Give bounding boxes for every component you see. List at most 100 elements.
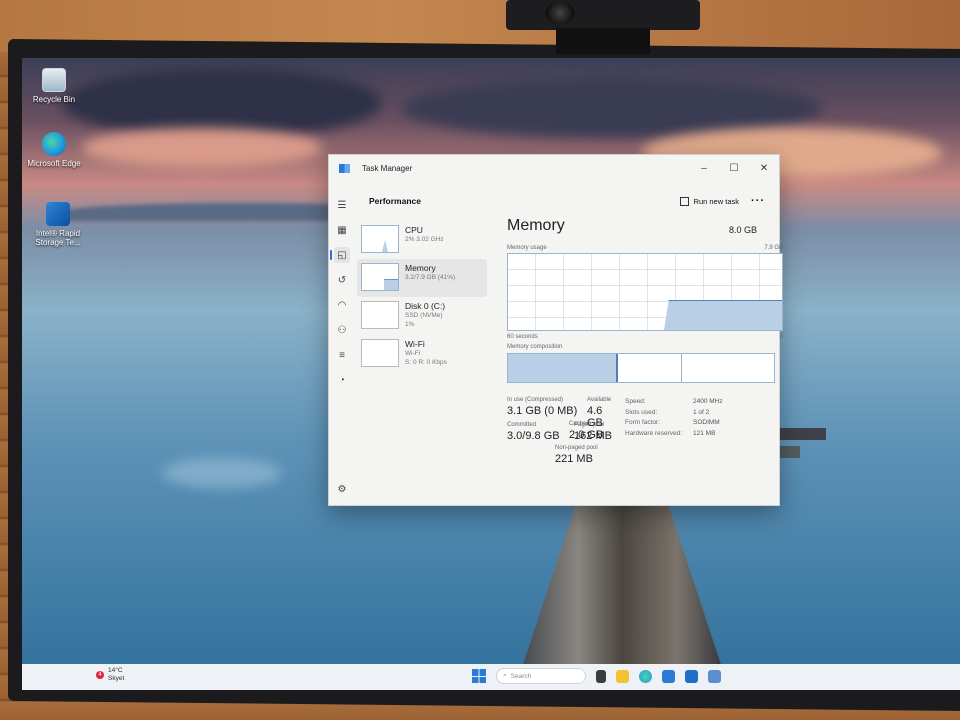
webcam-lens bbox=[545, 2, 575, 24]
resource-name: Wi-Fi bbox=[405, 339, 425, 349]
stat-value: 3.1 GB (0 MB) bbox=[507, 405, 578, 417]
pier-post bbox=[780, 428, 826, 440]
task-manager-icon bbox=[339, 163, 350, 173]
graph-axis-left: 60 seconds bbox=[507, 334, 538, 340]
minimize-button[interactable]: – bbox=[689, 155, 719, 181]
prop-key: Hardware reserved: bbox=[625, 429, 683, 437]
recycle-bin-icon bbox=[42, 68, 66, 92]
more-options-button[interactable]: ··· bbox=[751, 195, 765, 207]
disk-thumbnail-graph bbox=[361, 301, 399, 329]
nav-rail: ☰ ▦ ◱ ↺ ◠ ⚇ ≡ ◔ ⚙ bbox=[329, 183, 355, 505]
desktop-icon-label: Recycle Bin bbox=[32, 95, 76, 104]
prop-value: 2400 MHz bbox=[693, 398, 723, 405]
settings-gear-icon[interactable]: ⚙ bbox=[334, 481, 350, 497]
stat-label: Committed bbox=[507, 422, 537, 428]
users-icon[interactable]: ⚇ bbox=[334, 322, 350, 338]
prop-value: 1 of 2 bbox=[693, 408, 710, 416]
desktop-icon-intel-rst[interactable]: Intel® Rapid Storage Te... bbox=[28, 202, 88, 247]
prop-value: 121 MB bbox=[693, 429, 716, 437]
resource-item-wifi[interactable]: Wi-Fi Wi-Fi S: 0 R: 0 Kbps bbox=[357, 335, 487, 373]
stat-value: 221 MB bbox=[555, 453, 593, 465]
intel-app-icon[interactable] bbox=[685, 669, 698, 683]
webcam bbox=[506, 0, 700, 30]
stat-label: Available bbox=[587, 397, 612, 403]
file-explorer-icon[interactable] bbox=[616, 669, 629, 683]
stat-label: In use (Compressed) bbox=[507, 397, 564, 403]
stat-label: Non-paged pool bbox=[555, 445, 598, 451]
page-header: Performance Run new task ··· bbox=[355, 183, 779, 219]
weather-widget[interactable]: 4 14°C Skyet bbox=[96, 667, 124, 683]
window-title: Task Manager bbox=[362, 163, 413, 173]
memory-thumbnail-graph bbox=[361, 263, 399, 291]
maximize-button[interactable]: ☐ bbox=[719, 155, 749, 181]
processes-icon[interactable]: ▦ bbox=[334, 222, 350, 238]
search-placeholder: Search bbox=[510, 672, 532, 680]
intel-rst-icon bbox=[46, 202, 70, 226]
page-title: Performance bbox=[369, 196, 421, 206]
desktop-icon-label: Intel® Rapid Storage Te... bbox=[35, 229, 81, 247]
store-icon[interactable] bbox=[662, 669, 675, 683]
wooden-pier bbox=[512, 498, 732, 690]
desktop: Recycle Bin Microsoft Edge Intel® Rapid … bbox=[22, 58, 960, 690]
weather-badge: 4 bbox=[96, 671, 104, 679]
run-new-task-label: Run new task bbox=[693, 196, 739, 206]
search-icon: ⌕ bbox=[503, 672, 507, 679]
prop-key: Form factor: bbox=[625, 419, 661, 426]
resource-sub: SSD (NVMe) bbox=[405, 312, 443, 319]
start-button-icon[interactable] bbox=[472, 669, 486, 683]
taskbar: 4 14°C Skyet ⌕ Search bbox=[22, 664, 960, 690]
app-history-icon[interactable]: ↺ bbox=[334, 272, 350, 288]
task-manager-window: Task Manager – ☐ ✕ ☰ ▦ ◱ ↺ ◠ ⚇ ≡ ◔ ⚙ Per… bbox=[328, 154, 783, 506]
stat-value: 2.0 GB bbox=[569, 429, 604, 441]
resource-name: Memory bbox=[405, 263, 436, 273]
task-view-icon[interactable] bbox=[596, 669, 606, 683]
taskbar-search[interactable]: ⌕ Search bbox=[496, 668, 586, 684]
memory-stats: In use (Compressed) 3.1 GB (0 MB) Availabl… bbox=[507, 397, 627, 465]
hamburger-menu-icon[interactable]: ☰ bbox=[334, 197, 350, 213]
resource-list: CPU 2% 3.02 GHz Memory 3.2/7.9 GB (41%) … bbox=[357, 221, 487, 373]
startup-apps-icon[interactable]: ◠ bbox=[334, 297, 350, 313]
composition-modified bbox=[618, 354, 682, 382]
cpu-thumbnail-graph bbox=[361, 225, 399, 253]
composition-in-use bbox=[508, 354, 618, 382]
prop-value: SODIMM bbox=[693, 419, 720, 426]
close-button[interactable]: ✕ bbox=[749, 155, 779, 181]
title-bar[interactable]: Task Manager – ☐ ✕ bbox=[329, 155, 779, 181]
memory-usage-graph bbox=[507, 253, 783, 331]
edge-icon bbox=[42, 132, 66, 156]
details-icon[interactable]: ≡ bbox=[334, 347, 350, 363]
desktop-icon-recycle-bin[interactable]: Recycle Bin bbox=[24, 68, 84, 104]
resource-sub: 1% bbox=[405, 321, 415, 328]
resource-sub: 2% 3.02 GHz bbox=[405, 236, 444, 243]
memory-detail-panel: Memory 8.0 GB Memory usage 7.9 GB 60 sec… bbox=[507, 217, 783, 505]
memory-properties: Speed: 2400 MHz Slots used: 1 of 2 Form fa… bbox=[625, 397, 775, 439]
memory-usage-label: Memory usage bbox=[507, 245, 547, 251]
resource-sub: 3.2/7.9 GB (41%) bbox=[405, 274, 456, 281]
memory-usage-fill bbox=[664, 300, 782, 330]
resource-sub: S: 0 R: 0 Kbps bbox=[405, 359, 447, 366]
desktop-icon-edge[interactable]: Microsoft Edge bbox=[24, 132, 84, 168]
memory-total: 8.0 GB bbox=[728, 225, 757, 235]
performance-icon[interactable]: ◱ bbox=[330, 247, 350, 263]
resource-name: CPU bbox=[405, 225, 423, 235]
memory-usage-max: 7.9 GB bbox=[764, 245, 783, 251]
resource-item-memory[interactable]: Memory 3.2/7.9 GB (41%) bbox=[357, 259, 487, 297]
resource-item-disk[interactable]: Disk 0 (C:) SSD (NVMe) 1% bbox=[357, 297, 487, 335]
cloud bbox=[82, 128, 322, 168]
stat-label: Cached bbox=[569, 421, 590, 427]
task-manager-taskbar-icon[interactable] bbox=[708, 669, 721, 683]
run-new-task-button[interactable]: Run new task bbox=[679, 196, 739, 206]
stat-value: 3.0/9.8 GB bbox=[507, 430, 560, 442]
resource-name: Disk 0 (C:) bbox=[405, 301, 446, 311]
resource-item-cpu[interactable]: CPU 2% 3.02 GHz bbox=[357, 221, 487, 259]
weather-temp: 14°C bbox=[108, 667, 123, 674]
resource-sub: Wi-Fi bbox=[405, 350, 421, 357]
webcam-mount bbox=[556, 28, 650, 54]
wifi-thumbnail-graph bbox=[361, 339, 399, 367]
weather-desc: Skyet bbox=[108, 675, 125, 682]
graph-axis-right: 0 bbox=[779, 334, 783, 340]
desktop-icon-label: Microsoft Edge bbox=[27, 159, 81, 168]
prop-key: Speed: bbox=[625, 398, 646, 405]
services-icon[interactable]: ◔ bbox=[334, 372, 350, 388]
edge-taskbar-icon[interactable] bbox=[639, 669, 652, 683]
